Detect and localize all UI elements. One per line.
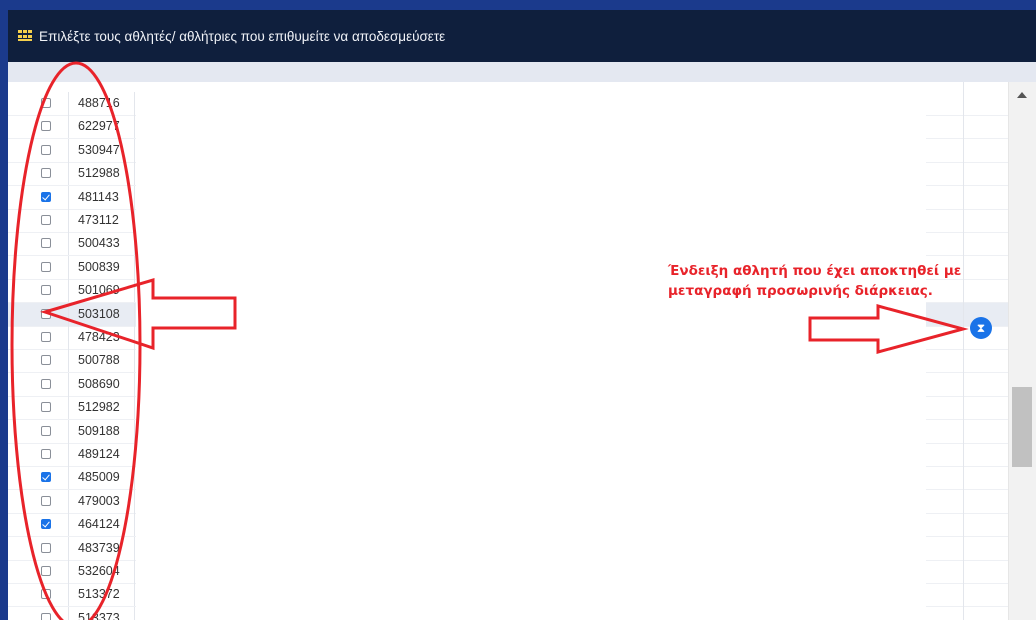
annotation-overlay [10, 61, 969, 620]
right-pointing-arrow [808, 304, 969, 354]
checkbox-column-highlight [10, 61, 142, 620]
